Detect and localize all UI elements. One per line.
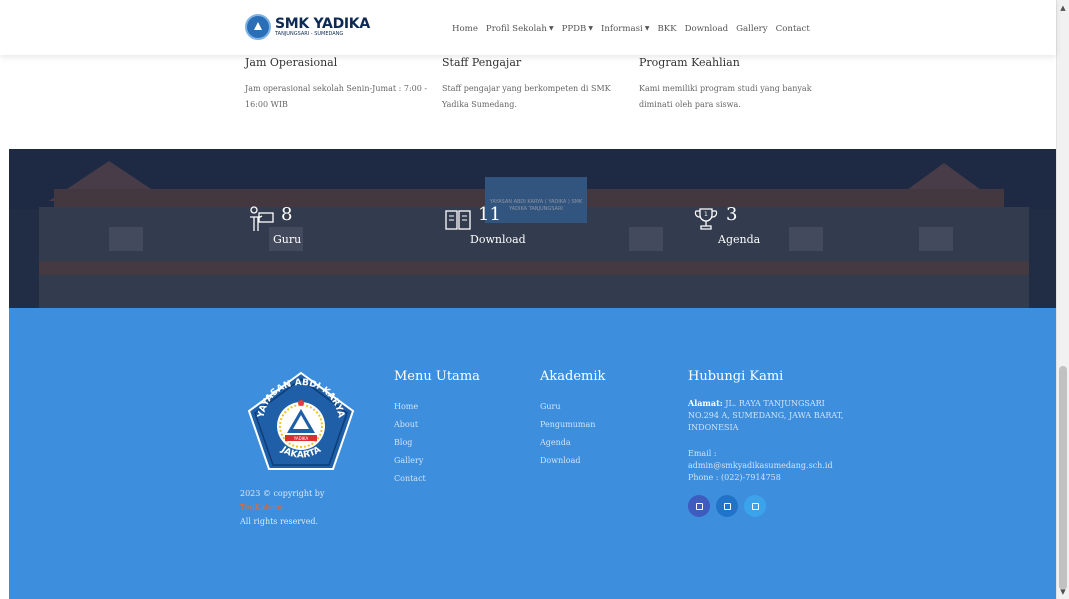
feature-title: Staff Pengajar (442, 56, 522, 69)
social-links (688, 495, 848, 517)
navbar: SMK YADIKA TANJUNGSARI - SUMEDANG Home P… (0, 0, 1056, 55)
instagram-icon[interactable] (688, 495, 710, 517)
caret-down-icon: ▼ (548, 25, 554, 32)
scroll-down-icon[interactable]: ▼ (1057, 586, 1069, 598)
yayasan-emblem-icon: YADIKA YAYASAN ABDI KARYA JAKARTA (247, 371, 355, 470)
stat-value: 3 (726, 204, 738, 225)
feature-text: Kami memiliki program studi yang banyak … (639, 84, 812, 109)
counter-section: YAYASAN ABDI KARYA ( YADIKA ) SMK YADIKA… (9, 149, 1056, 308)
trophy-icon: 1 (694, 208, 718, 230)
nav-download[interactable]: Download (685, 24, 729, 34)
footer-link-agenda[interactable]: Agenda (540, 434, 605, 452)
stat-label: Guru (273, 233, 302, 246)
feature-staff-pengajar: Staff Pengajar Staff pengajar yang berko… (442, 56, 637, 113)
site-logo[interactable]: SMK YADIKA TANJUNGSARI - SUMEDANG (245, 14, 370, 40)
column-title: Menu Utama (394, 369, 480, 384)
stat-value: 11 (478, 204, 501, 225)
stat-download: 11 Download (444, 205, 526, 246)
stat-guru: 8 Guru (247, 205, 301, 246)
column-title: Akademik (540, 369, 606, 384)
menu-utama-column: Menu Utama Home About Blog Gallery Conta… (394, 369, 480, 488)
feature-title: Program Keahlian (639, 56, 740, 69)
emblem-ribbon-text: YADIKA (293, 436, 309, 441)
nav-home[interactable]: Home (452, 24, 478, 34)
feature-title: Jam Operasional (245, 56, 338, 69)
footer-link-home[interactable]: Home (394, 398, 480, 416)
footer-link-download[interactable]: Download (540, 452, 605, 470)
scroll-up-icon[interactable]: ▲ (1057, 2, 1069, 14)
feature-text: Staff pengajar yang berkompeten di SMK Y… (442, 84, 611, 109)
book-icon (445, 210, 471, 230)
logo-emblem-icon (245, 14, 271, 40)
stat-agenda: 1 3 Agenda (692, 205, 760, 246)
caret-down-icon: ▼ (588, 25, 593, 32)
nav-contact[interactable]: Contact (776, 24, 810, 34)
footer-link-gallery[interactable]: Gallery (394, 452, 480, 470)
nav-profil-sekolah[interactable]: Profil Sekolah ▼ (486, 24, 554, 34)
caret-down-icon: ▼ (644, 25, 650, 32)
main-nav: Home Profil Sekolah ▼ PPDB ▼ Informasi ▼ BK… (452, 24, 810, 34)
stat-label: Agenda (718, 233, 761, 246)
footer-link-guru[interactable]: Guru (540, 398, 605, 416)
column-title: Hubungi Kami (688, 369, 784, 384)
contact-info: Email : admin@smkyadikasumedang.sch.id P… (688, 448, 848, 484)
footer-link-pengumuman[interactable]: Pengumuman (540, 416, 605, 434)
footer-link-contact[interactable]: Contact (394, 470, 480, 488)
stat-value: 8 (281, 204, 293, 225)
author-link[interactable]: TeuKaisun (240, 501, 324, 515)
twitter-icon[interactable] (744, 495, 766, 517)
nav-bkk[interactable]: BKK (657, 24, 676, 34)
contact-email[interactable]: admin@smkyadikasumedang.sch.id (688, 460, 848, 472)
scroll-thumb[interactable] (1059, 366, 1067, 590)
contact-address: Alamat: JL. RAYA TANJUNGSARI NO.294 A, S… (688, 398, 844, 432)
logo-title: SMK YADIKA (275, 16, 370, 32)
teacher-icon (250, 206, 274, 231)
feature-text: Jam operasional sekolah Senin-Jumat : 7:… (245, 84, 428, 109)
feature-program-keahlian: Program Keahlian Kami memiliki program s… (639, 56, 834, 113)
nav-ppdb[interactable]: PPDB ▼ (562, 24, 593, 34)
contact-phone: Phone : (022)-7914758 (688, 473, 781, 482)
logo-subtitle: TANJUNGSARI - SUMEDANG (275, 31, 344, 37)
footer-link-blog[interactable]: Blog (394, 434, 480, 452)
copyright: 2023 © copyright by TeuKaisun All rights… (240, 489, 325, 526)
akademik-column: Akademik Guru Pengumuman Agenda Download (540, 369, 605, 470)
footer-link-about[interactable]: About (394, 416, 480, 434)
stat-label: Download (470, 233, 526, 246)
page-scrollbar[interactable]: ▲ ▼ (1056, 0, 1069, 599)
hubungi-kami-column: Hubungi Kami Alamat: JL. RAYA TANJUNGSAR… (688, 369, 848, 517)
svg-text:1: 1 (704, 211, 708, 218)
footer: YADIKA YAYASAN ABDI KARYA JAKARTA 2023 ©… (9, 308, 1056, 599)
facebook-icon[interactable] (716, 495, 738, 517)
nav-informasi[interactable]: Informasi ▼ (601, 24, 649, 34)
feature-jam-operasional: Jam Operasional Jam operasional sekolah … (245, 56, 440, 113)
nav-gallery[interactable]: Gallery (736, 24, 768, 34)
